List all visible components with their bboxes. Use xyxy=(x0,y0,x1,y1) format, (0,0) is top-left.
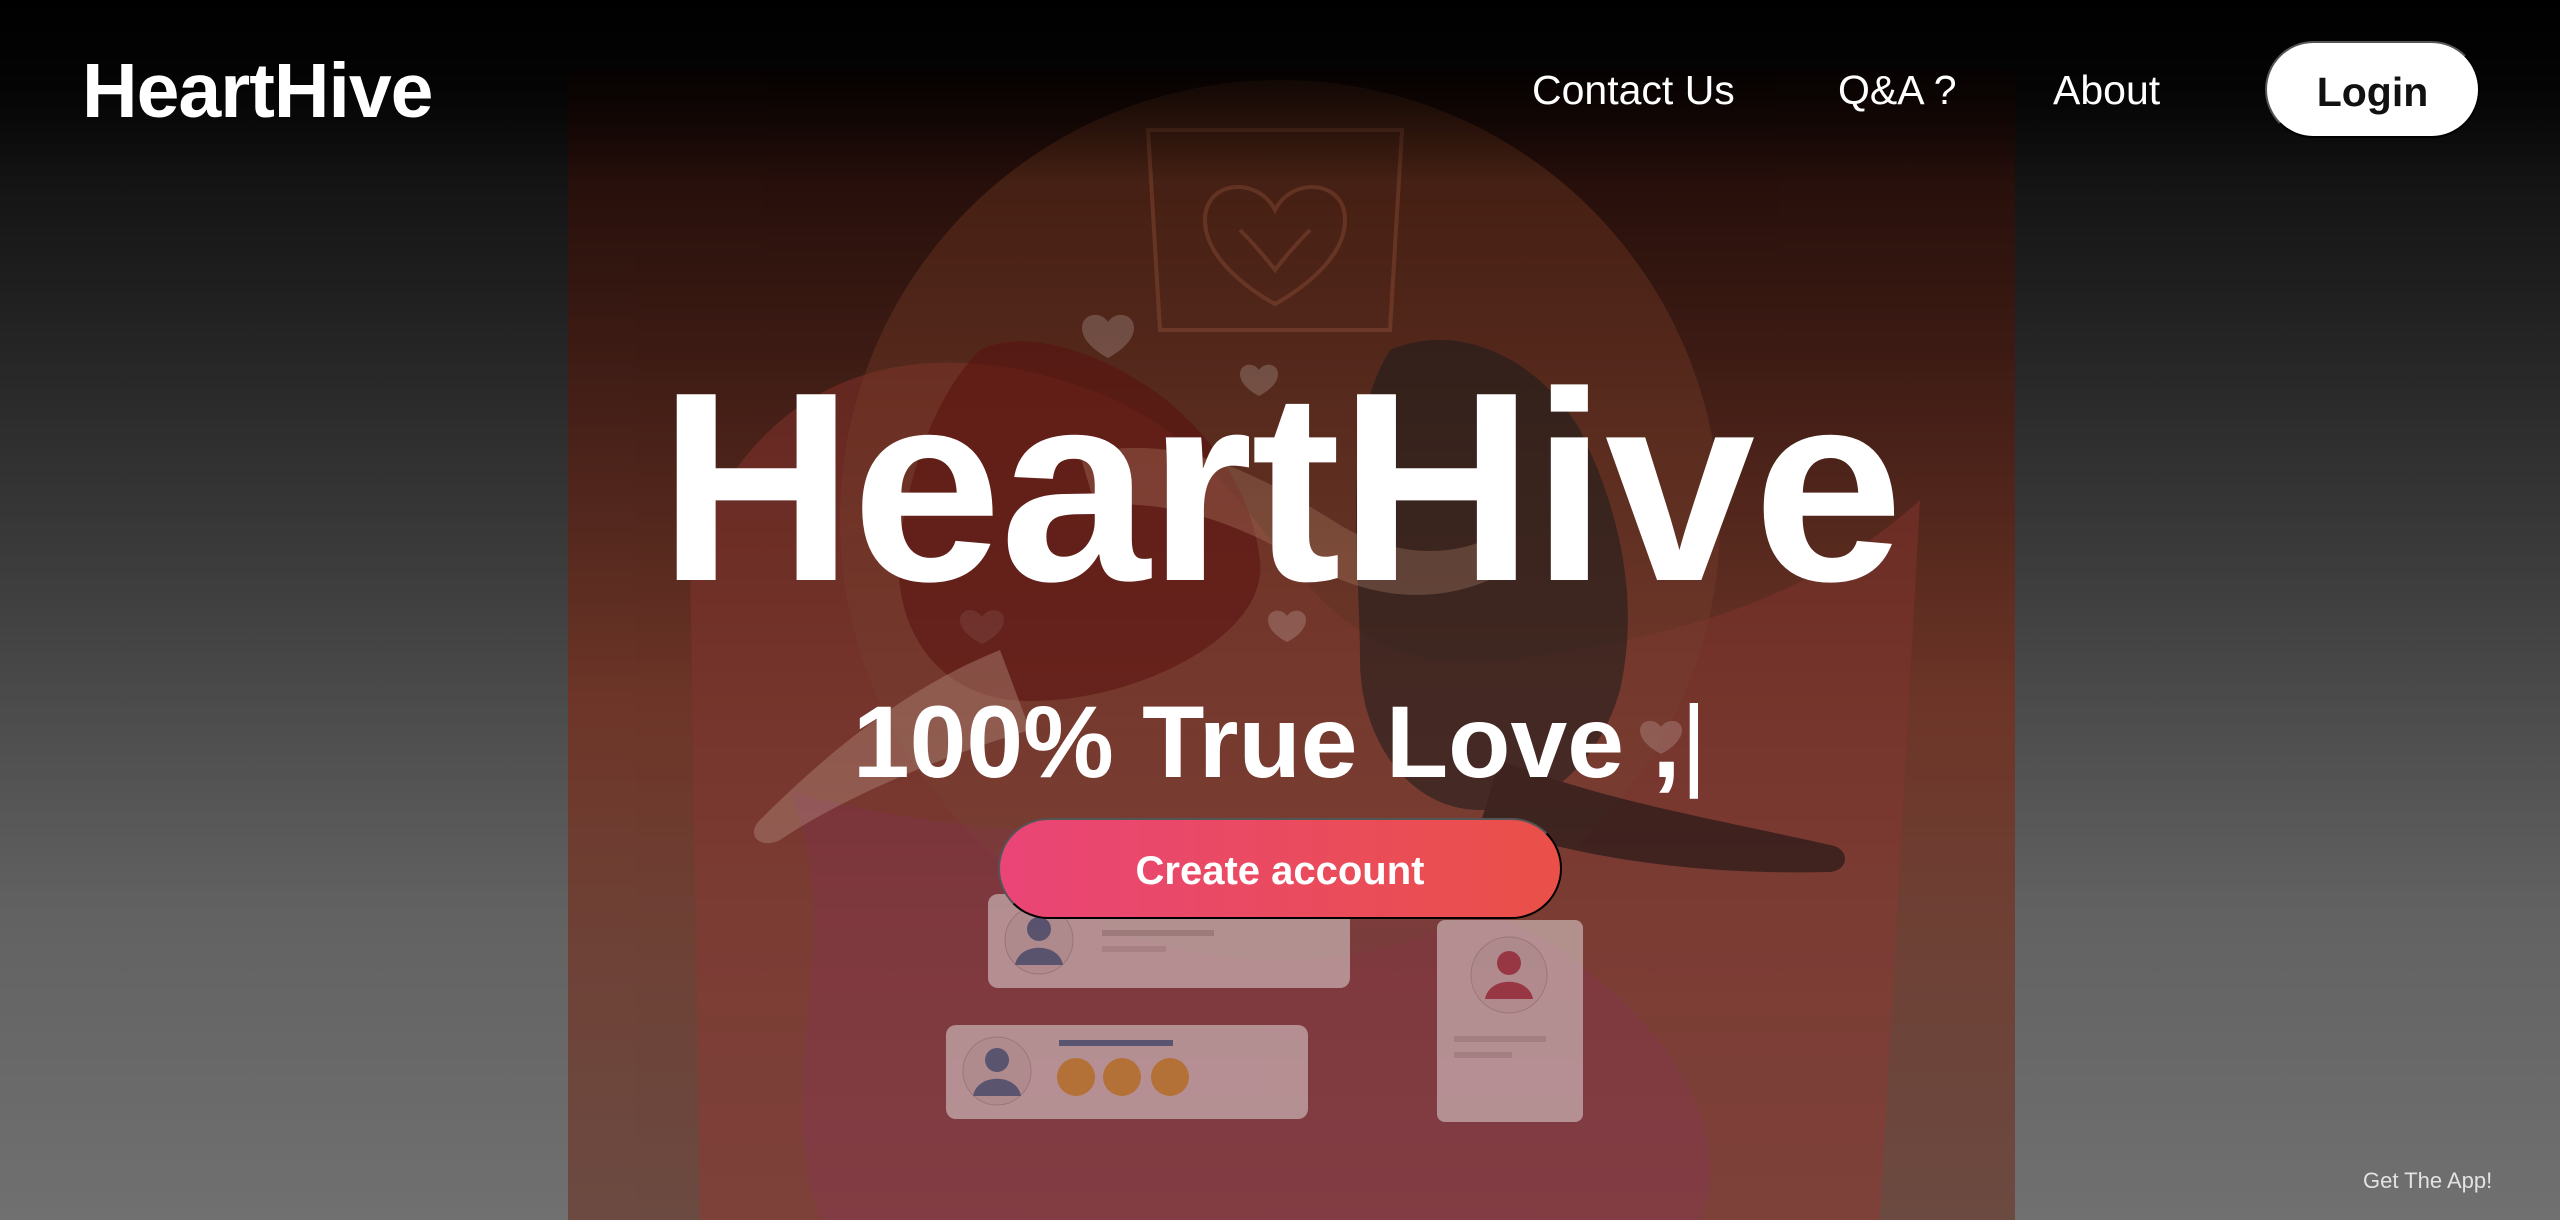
chat-line xyxy=(1454,1052,1512,1058)
typing-cursor: | xyxy=(1680,685,1708,799)
nav-qa-link[interactable]: Q&A ? xyxy=(1838,58,1958,122)
nav-about-link[interactable]: About xyxy=(2053,58,2171,122)
login-button[interactable]: Login xyxy=(2265,41,2480,138)
nav-contact-link[interactable]: Contact Us xyxy=(1532,58,1742,122)
smile-heart-eyes-icon xyxy=(1057,1058,1095,1096)
create-account-button[interactable]: Create account xyxy=(998,818,1562,919)
person-icon xyxy=(1027,917,1051,941)
chat-line xyxy=(1454,1036,1546,1042)
top-navigation: HeartHive Contact Us Q&A ? About Login xyxy=(0,0,2560,182)
get-app-link[interactable]: Get The App! xyxy=(2363,1164,2525,1198)
person-icon xyxy=(985,1048,1009,1072)
hero-title: HeartHive xyxy=(658,337,1904,638)
hero-subtitle: 100% True Love ,| xyxy=(760,680,1800,804)
person-icon xyxy=(1497,951,1521,975)
smile-heart-eyes-icon xyxy=(1151,1058,1189,1096)
heart-hive-homepage: HeartHive Contact Us Q&A ? About Login H… xyxy=(0,0,2560,1220)
chat-line xyxy=(1102,946,1166,952)
chat-line xyxy=(1059,1040,1173,1046)
chat-line xyxy=(1102,930,1214,936)
brand-logo[interactable]: HeartHive xyxy=(82,43,434,139)
hero-subtitle-text: 100% True Love , xyxy=(852,685,1681,799)
smile-heart-eyes-icon xyxy=(1103,1058,1141,1096)
